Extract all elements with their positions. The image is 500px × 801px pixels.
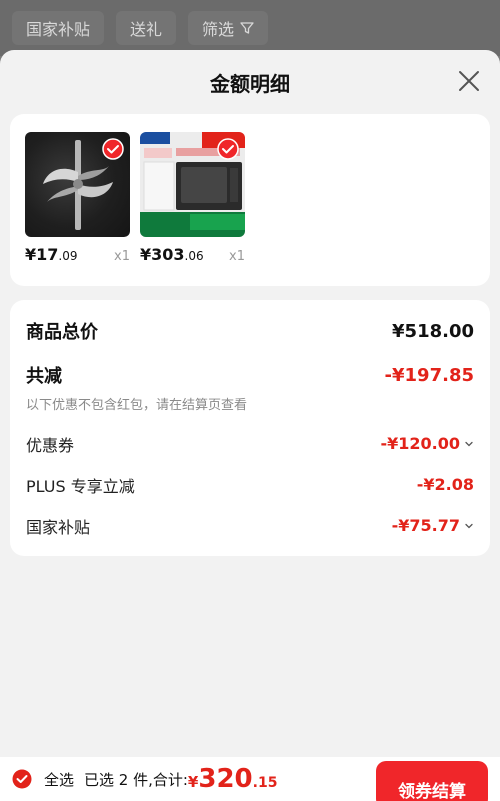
national-subsidy-amount: -¥75.77 [391,516,460,535]
price-decimal: .06 [184,249,204,263]
product-price-row: ¥17.09 x1 [25,245,130,264]
price-integer: ¥303 [140,245,185,264]
sheet-title: 金额明细 [210,71,290,96]
close-icon[interactable] [458,70,480,92]
price-decimal: .09 [58,249,78,263]
chip-label: 国家补贴 [26,20,91,39]
product-item[interactable]: ¥303.06 x1 [140,132,245,286]
discount-note: 以下优惠不包含红包，请在结算页查看 [26,398,248,413]
product-quantity: x1 [114,249,130,264]
price-integer: ¥17 [25,245,59,264]
filter-chip-gift[interactable]: 送礼 [116,11,177,45]
product-price: ¥303.06 [140,245,204,264]
coupon-row[interactable]: 优惠券 -¥120.00 [26,423,474,464]
selected-check-icon[interactable] [217,138,239,160]
grand-total: ¥320.15 [188,764,278,794]
filter-bar: 国家补贴 送礼 筛选 [0,0,500,56]
total-price-label: 商品总价 [26,322,98,343]
plus-discount-row: PLUS 专享立减 -¥2.08 [26,464,474,505]
selected-check-icon[interactable] [102,138,124,160]
chip-label: 送礼 [130,20,163,39]
product-item[interactable]: ¥17.09 x1 [25,132,130,286]
plus-discount-amount: -¥2.08 [416,475,474,494]
national-subsidy-value: -¥75.77 [392,516,474,535]
select-all-check-icon[interactable] [12,769,32,789]
coupon-value: -¥120.00 [380,434,474,453]
product-price-row: ¥303.06 x1 [140,245,245,264]
total-reduction-value: -¥197.85 [384,364,474,386]
product-list: ¥17.09 x1 ¥303.06 x1 [10,114,490,286]
checkout-bar: 全选 已选 2 件,合计: ¥320.15 领券结算 [0,757,500,801]
funnel-icon [240,22,254,34]
price-summary: 商品总价 ¥518.00 共减 -¥197.85 以下优惠不包含红包，请在结算页… [10,300,490,556]
checkout-button[interactable]: 领券结算 [376,761,488,801]
product-price: ¥17.09 [25,245,78,264]
coupon-label: 优惠券 [26,435,75,455]
select-all-label[interactable]: 全选 [44,769,74,790]
chip-label: 筛选 [202,20,235,39]
total-reduction-label: 共减 [26,366,62,387]
chevron-down-icon [465,441,473,446]
grand-total-integer: 320 [198,764,253,794]
product-quantity: x1 [229,249,245,264]
coupon-amount: -¥120.00 [380,434,460,453]
total-reduction-row: 共减 -¥197.85 [26,358,474,392]
selected-count-text: 已选 2 件,合计: [84,770,188,789]
filter-chip-subsidy[interactable]: 国家补贴 [12,11,105,45]
national-subsidy-label: 国家补贴 [26,517,91,537]
product-image-blade [25,132,130,237]
national-subsidy-row[interactable]: 国家补贴 -¥75.77 [26,505,474,546]
amount-detail-sheet: 金额明细 ¥17.09 x1 ¥303.06 x1 商品总价 ¥518.00 共… [0,50,500,801]
filter-chip-filter[interactable]: 筛选 [188,11,269,45]
chevron-down-icon [465,523,473,528]
grand-total-currency: ¥ [187,773,199,791]
plus-discount-value: -¥2.08 [417,475,474,494]
sheet-header: 金额明细 [0,50,500,114]
product-image-microwave [140,132,245,237]
plus-discount-label: PLUS 专享立减 [26,476,135,496]
total-price-value: ¥518.00 [392,320,474,342]
grand-total-decimal: .15 [252,775,278,791]
total-price-row: 商品总价 ¥518.00 [26,314,474,348]
